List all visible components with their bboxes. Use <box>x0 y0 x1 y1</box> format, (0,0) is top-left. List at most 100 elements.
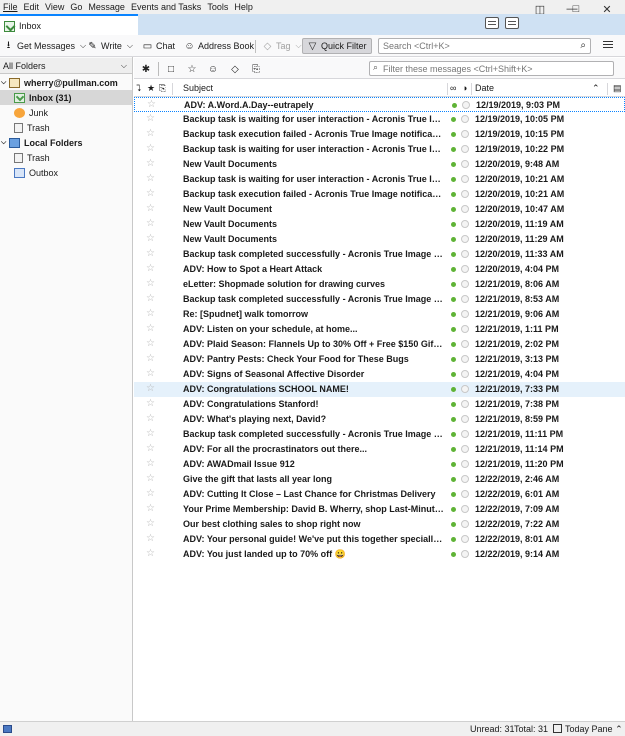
message-row[interactable]: ☆ Our best clothing sales to shop right n… <box>134 517 625 532</box>
read-status-icon[interactable] <box>461 250 469 258</box>
menu-help[interactable]: Help <box>231 0 256 14</box>
message-row[interactable]: ☆ ADV: Listen on your schedule, at home..… <box>134 322 625 337</box>
message-row[interactable]: ☆ Give the gift that lasts all year long 1… <box>134 472 625 487</box>
message-row[interactable]: ☆ ADV: Congratulations Stanford! 12/21/201… <box>134 397 625 412</box>
star-icon[interactable]: ☆ <box>146 488 155 499</box>
read-status-icon[interactable] <box>461 490 469 498</box>
menu-file[interactable]: File <box>0 0 21 14</box>
read-status-icon[interactable] <box>461 130 469 138</box>
star-column-icon[interactable]: ★ <box>147 83 155 94</box>
date-column-header[interactable]: Date <box>475 83 494 93</box>
pin-icon[interactable]: ✱ <box>139 62 153 76</box>
unread-dot-icon[interactable] <box>451 297 456 302</box>
message-row[interactable]: ☆ New Vault Document 12/20/2019, 10:47 AM <box>134 202 625 217</box>
star-icon[interactable]: ☆ <box>146 338 155 349</box>
message-row[interactable]: ☆ Backup task is waiting for user interac… <box>134 172 625 187</box>
message-row[interactable]: ☆ ADV: Plaid Season: Flannels Up to 30% O… <box>134 337 625 352</box>
read-status-icon[interactable] <box>461 220 469 228</box>
today-pane-toggle[interactable]: Today Pane ⌃ <box>553 724 623 735</box>
star-icon[interactable]: ☆ <box>146 158 155 169</box>
star-icon[interactable]: ☆ <box>146 428 155 439</box>
star-icon[interactable]: ☆ <box>146 458 155 469</box>
unread-dot-icon[interactable] <box>451 327 456 332</box>
read-status-icon[interactable] <box>461 235 469 243</box>
menu-icon[interactable] <box>603 41 613 42</box>
online-status-icon[interactable] <box>3 725 12 733</box>
message-row[interactable]: ☆ ADV: For all the procrastinators out th… <box>134 442 625 457</box>
star-icon[interactable]: ☆ <box>146 278 155 289</box>
unread-dot-icon[interactable] <box>451 462 456 467</box>
star-icon[interactable]: ☆ <box>146 233 155 244</box>
folder-account[interactable]: ⌵ wherry@pullman.com <box>0 75 132 90</box>
address-book-button[interactable]: ☺ Address Book <box>184 38 254 54</box>
message-row[interactable]: ☆ ADV: How to Spot a Heart Attack 12/20/20… <box>134 262 625 277</box>
chat-button[interactable]: ▭ Chat <box>142 38 175 54</box>
read-status-icon[interactable] <box>461 145 469 153</box>
read-status-icon[interactable] <box>461 340 469 348</box>
unread-dot-icon[interactable] <box>451 237 456 242</box>
star-icon[interactable]: ☆ <box>146 128 155 139</box>
unread-dot-icon[interactable] <box>451 342 456 347</box>
star-icon[interactable]: ☆ <box>146 248 155 259</box>
star-icon[interactable]: ☆ <box>146 518 155 529</box>
message-row[interactable]: ☆ Re: [Spudnet] walk tomorrow 12/21/2019, … <box>134 307 625 322</box>
star-icon[interactable]: ☆ <box>146 368 155 379</box>
star-icon[interactable]: ☆ <box>146 503 155 514</box>
unread-dot-icon[interactable] <box>451 207 456 212</box>
attachment-filter-icon[interactable]: ⎘ <box>249 62 263 76</box>
read-status-icon[interactable] <box>461 175 469 183</box>
star-icon[interactable]: ☆ <box>146 353 155 364</box>
menu-tools[interactable]: Tools <box>204 0 231 14</box>
star-icon[interactable]: ☆ <box>146 113 155 124</box>
tasks-icon[interactable] <box>505 17 519 29</box>
unread-dot-icon[interactable] <box>451 312 456 317</box>
read-status-icon[interactable] <box>461 115 469 123</box>
message-row[interactable]: ☆ ADV: Pantry Pests: Check Your Food for … <box>134 352 625 367</box>
message-row[interactable]: ☆ Backup task completed successfully - Ac… <box>134 247 625 262</box>
twisty-open-icon[interactable]: ⌵ <box>1 79 9 87</box>
unread-dot-icon[interactable] <box>451 552 456 557</box>
unread-dot-icon[interactable] <box>451 222 456 227</box>
unread-dot-icon[interactable] <box>451 417 456 422</box>
chevron-down-icon[interactable]: ⌵ <box>127 41 133 51</box>
unread-dot-icon[interactable] <box>451 522 456 527</box>
star-icon[interactable]: ☆ <box>147 99 156 110</box>
read-status-icon[interactable] <box>461 430 469 438</box>
unread-dot-icon[interactable] <box>451 477 456 482</box>
unread-dot-icon[interactable] <box>451 492 456 497</box>
subject-column-header[interactable]: Subject <box>183 83 213 93</box>
folder-outbox[interactable]: Outbox <box>0 165 132 180</box>
message-row[interactable]: ☆ New Vault Documents 12/20/2019, 9:48 AM <box>134 157 625 172</box>
star-icon[interactable]: ☆ <box>146 203 155 214</box>
message-row[interactable]: ☆ ADV: A.Word.A.Day--eutrapely 12/19/2019,… <box>134 97 625 112</box>
star-icon[interactable]: ☆ <box>146 188 155 199</box>
read-status-icon[interactable] <box>461 475 469 483</box>
message-row[interactable]: ☆ ADV: AWADmail Issue 912 12/21/2019, 11:2… <box>134 457 625 472</box>
read-status-icon[interactable] <box>461 280 469 288</box>
message-row[interactable]: ☆ Backup task completed successfully - Ac… <box>134 292 625 307</box>
folder-mode-selector[interactable]: All Folders ⌵ <box>0 58 132 74</box>
chevron-down-icon[interactable]: ⌵ <box>80 41 86 51</box>
read-status-icon[interactable] <box>462 101 470 109</box>
tag-button[interactable]: ◇ Tag ⌵ <box>262 38 302 54</box>
quick-filter-button[interactable]: ▽ Quick Filter <box>302 38 372 54</box>
message-row[interactable]: ☆ Your Prime Membership: David B. Wherry,… <box>134 502 625 517</box>
read-status-icon[interactable] <box>461 460 469 468</box>
star-icon[interactable]: ☆ <box>146 398 155 409</box>
message-row[interactable]: ☆ ADV: You just landed up to 70% off 😀 12/… <box>134 547 625 562</box>
star-icon[interactable]: ☆ <box>146 263 155 274</box>
folder-junk[interactable]: Junk <box>0 105 132 120</box>
menu-events-tasks[interactable]: Events and Tasks <box>128 0 204 14</box>
unread-dot-icon[interactable] <box>452 103 457 108</box>
sort-ascending-icon[interactable]: ⌃ <box>592 83 600 94</box>
message-row[interactable]: ☆ Backup task execution failed - Acronis … <box>134 187 625 202</box>
read-status-icon[interactable] <box>461 160 469 168</box>
read-status-icon[interactable] <box>461 295 469 303</box>
unread-dot-icon[interactable] <box>451 267 456 272</box>
read-status-icon[interactable] <box>461 355 469 363</box>
message-row[interactable]: ☆ New Vault Documents 12/20/2019, 11:19 AM <box>134 217 625 232</box>
tab-inbox[interactable]: Inbox <box>0 14 138 36</box>
unread-dot-icon[interactable] <box>451 447 456 452</box>
chevron-down-icon[interactable]: ⌵ <box>296 41 302 51</box>
message-row[interactable]: ☆ eLetter: Shopmade solution for drawing … <box>134 277 625 292</box>
